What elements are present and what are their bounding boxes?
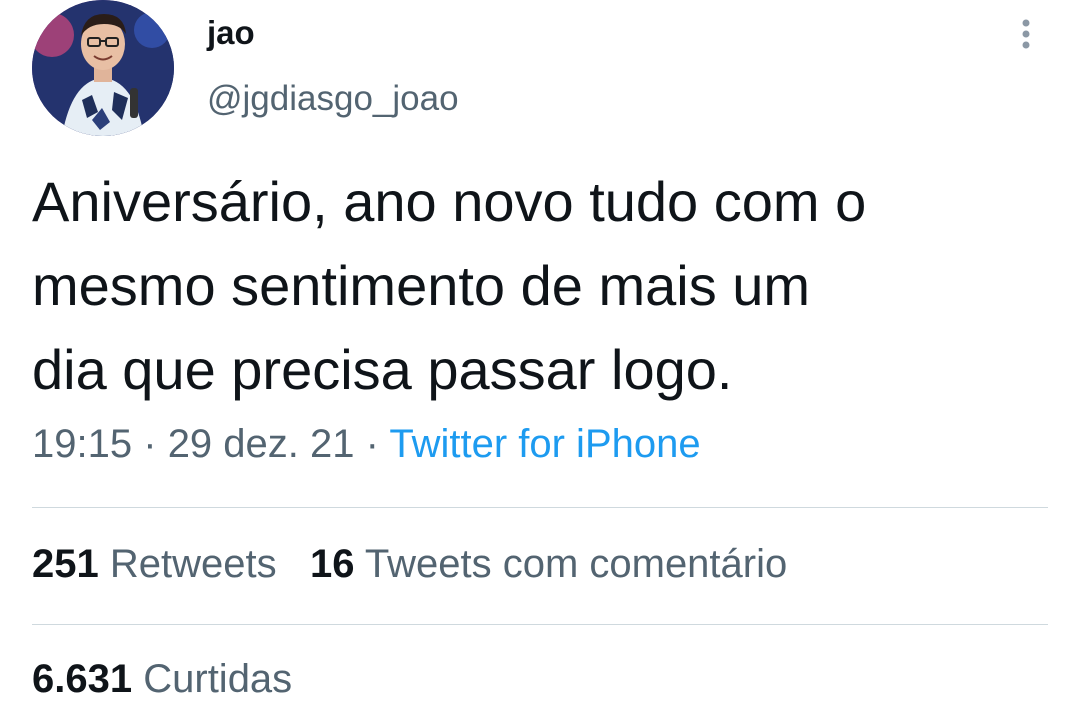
meta-separator: · xyxy=(143,422,157,466)
user-display-name[interactable]: jao xyxy=(207,14,255,52)
tweet-text: Aniversário, ano novo tudo com o mesmo s… xyxy=(32,160,1042,412)
divider xyxy=(32,507,1048,508)
tweet-text-line: dia que precisa passar logo. xyxy=(32,338,733,401)
likes-label: Curtidas xyxy=(143,657,293,701)
meta-separator: · xyxy=(365,422,379,466)
quote-tweets-label: Tweets com comentário xyxy=(364,542,788,586)
divider xyxy=(32,624,1048,625)
retweets-label: Retweets xyxy=(109,542,277,586)
retweets-count: 251 xyxy=(32,542,99,586)
engagement-stats: 251 Retweets 16 Tweets com comentário xyxy=(32,542,787,587)
tweet-time[interactable]: 19:15 xyxy=(32,422,132,466)
tweet-date[interactable]: 29 dez. 21 xyxy=(168,422,355,466)
likes-count: 6.631 xyxy=(32,657,133,701)
tweet-source-link[interactable]: Twitter for iPhone xyxy=(389,422,700,466)
user-handle[interactable]: @jgdiasgo_joao xyxy=(207,79,459,119)
retweets-stat[interactable]: 251 Retweets xyxy=(32,542,277,586)
avatar[interactable] xyxy=(32,0,174,136)
tweet-text-line: Aniversário, ano novo tudo com o xyxy=(32,170,867,233)
more-vertical-icon[interactable] xyxy=(1012,16,1040,58)
tweet-text-line: mesmo sentimento de mais um xyxy=(32,254,811,317)
quote-tweets-count: 16 xyxy=(309,542,355,586)
quote-tweets-stat[interactable]: 16 Tweets com comentário xyxy=(310,542,787,586)
tweet-metadata: 19:15 · 29 dez. 21 · Twitter for iPhone xyxy=(32,422,701,467)
